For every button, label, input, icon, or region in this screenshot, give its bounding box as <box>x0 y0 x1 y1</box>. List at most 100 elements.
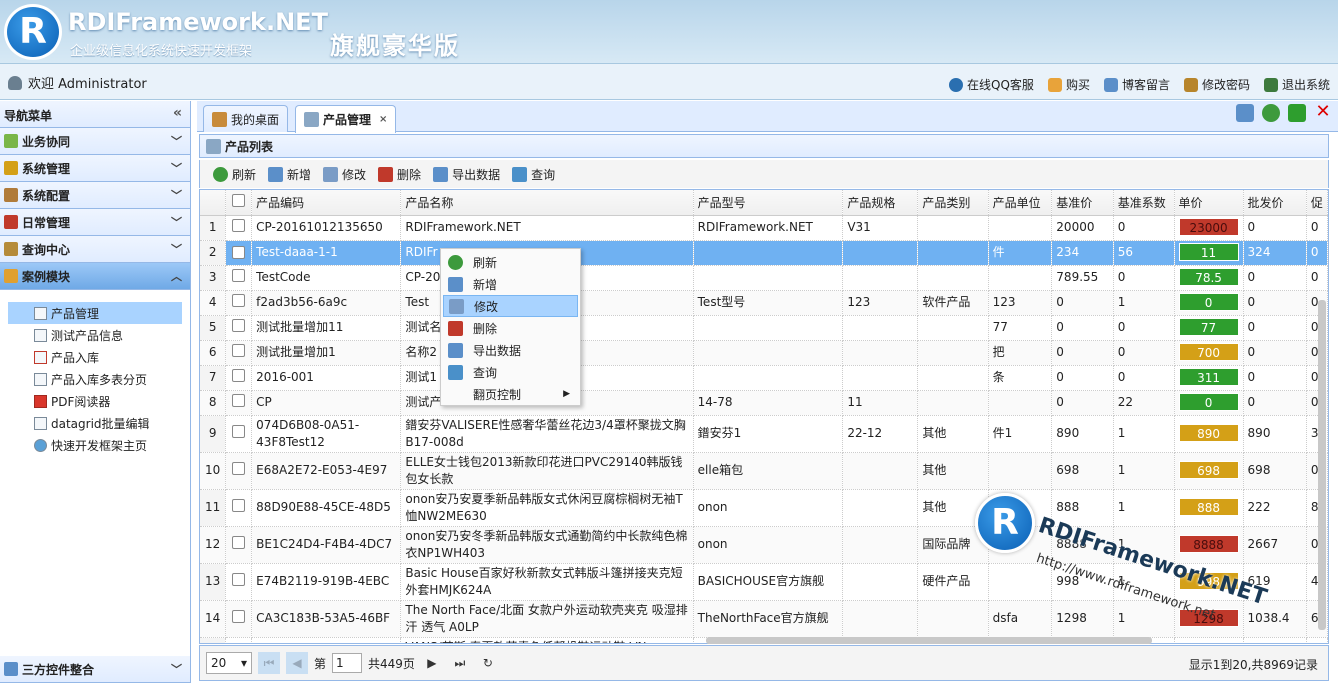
refresh-button[interactable]: 刷新 <box>208 163 261 186</box>
ctx-delete[interactable]: 删除 <box>443 317 578 339</box>
column-header[interactable]: 批发价 <box>1243 190 1307 216</box>
page-input[interactable]: 1 <box>332 653 363 673</box>
checkbox[interactable] <box>232 572 246 586</box>
accordion-system-admin[interactable]: 系统管理 ﹀ <box>0 155 190 182</box>
table-row[interactable]: 10 E68A2E72-E053-4E97 ELLE女士钱包2013新款印花进口PV… <box>200 452 1328 490</box>
delete-button[interactable]: 删除 <box>373 163 426 186</box>
checkbox[interactable] <box>232 393 246 407</box>
accordion-cases[interactable]: 案例模块 ︿ <box>0 263 190 290</box>
close-icon[interactable]: ✕ <box>1314 103 1332 122</box>
add-button[interactable]: 新增 <box>263 163 316 186</box>
column-header[interactable]: 基准价 <box>1051 190 1114 216</box>
cell-base: 234 <box>1051 240 1114 266</box>
table-row[interactable]: 6 测试批量增加1 名称2 把 0 0 700 0 0 <box>200 340 1328 366</box>
change-password-link[interactable]: 修改密码 <box>1183 76 1250 93</box>
checkbox[interactable] <box>232 318 246 332</box>
table-row[interactable]: 4 f2ad3b56-6a9c Test Test型号 123 软件产品 123 0 1 0 0 0 <box>200 290 1328 316</box>
home-icon[interactable] <box>1236 104 1254 122</box>
select-all-checkbox[interactable] <box>225 190 253 216</box>
table-row[interactable]: 8 CP 测试产 14-78 11 0 22 0 0 0 <box>200 390 1328 416</box>
checkbox[interactable] <box>232 293 246 307</box>
accordion-query[interactable]: 查询中心 ﹀ <box>0 236 190 263</box>
cell-coef: 0 <box>1113 315 1175 341</box>
table-row[interactable]: 3 TestCode CP-20 789.55 0 78.5 0 0 <box>200 265 1328 291</box>
tab-my-desktop[interactable]: 我的桌面 <box>203 105 289 132</box>
ctx-export[interactable]: 导出数据 <box>443 339 578 361</box>
table-row[interactable]: 1 CP-20161012135650 RDIFramework.NET RDIFra… <box>200 215 1328 241</box>
column-header[interactable]: 产品规格 <box>842 190 919 216</box>
ctx-paging[interactable]: 翻页控制 ▶ <box>443 383 578 405</box>
accordion-daily[interactable]: 日常管理 ﹀ <box>0 209 190 236</box>
column-header[interactable]: 基准系数 <box>1113 190 1175 216</box>
column-header[interactable]: 产品编码 <box>251 190 402 216</box>
query-button[interactable]: 查询 <box>507 163 560 186</box>
checkbox[interactable] <box>232 498 246 512</box>
table-row[interactable]: 2 ✔ Test-daaa-1-1 RDIFr 件 234 56 11 324 0 <box>200 240 1328 266</box>
edit-label: 修改 <box>342 167 367 182</box>
checkbox[interactable] <box>232 424 246 438</box>
logout-link[interactable]: 退出系统 <box>1263 76 1330 93</box>
prev-page-button[interactable]: ◀ <box>286 652 308 674</box>
checkbox[interactable] <box>232 535 246 549</box>
tree-item-multi-table[interactable]: 产品入库多表分页 <box>8 368 182 390</box>
ctx-label: 删除 <box>473 321 498 336</box>
column-header[interactable]: 产品名称 <box>400 190 694 216</box>
qq-support-link[interactable]: 在线QQ客服 <box>949 76 1034 93</box>
page-size-select[interactable]: 20 ▾ <box>206 652 252 674</box>
cell-price: 888 <box>1174 489 1244 527</box>
collapse-sidebar-icon[interactable]: « <box>173 105 182 121</box>
column-header[interactable]: 产品类别 <box>917 190 989 216</box>
ctx-add[interactable]: 新增 <box>443 273 578 295</box>
reload-button[interactable]: ↻ <box>477 652 499 674</box>
table-row[interactable]: 5 测试批量增加11 测试名 77 0 0 77 0 0 <box>200 315 1328 341</box>
checkbox[interactable] <box>232 343 246 357</box>
table-row[interactable]: 14 CA3C183B-53A5-46BF The North Face/北面 女款… <box>200 600 1328 638</box>
ctx-edit[interactable]: 修改 <box>443 295 578 317</box>
tree-item-test-product[interactable]: 测试产品信息 <box>8 324 182 346</box>
tree-label: 快速开发框架主页 <box>51 438 148 453</box>
tree-item-product-mgmt[interactable]: 产品管理 <box>8 302 182 324</box>
accordion-business[interactable]: 业务协同 ﹀ <box>0 128 190 155</box>
column-header[interactable]: 产品单位 <box>988 190 1053 216</box>
checkbox[interactable] <box>232 268 246 282</box>
ctx-query[interactable]: 查询 <box>443 361 578 383</box>
checkbox[interactable] <box>232 609 246 623</box>
blog-message-link[interactable]: 博客留言 <box>1103 76 1170 93</box>
ctx-refresh[interactable]: 刷新 <box>443 251 578 273</box>
cell-price: 311 <box>1174 365 1244 391</box>
tab-product-mgmt[interactable]: 产品管理 × <box>295 105 397 133</box>
horizontal-scrollbar[interactable] <box>706 637 1152 644</box>
accordion-third-party[interactable]: 三方控件整合 ﹀ <box>0 656 190 683</box>
tree-item-home[interactable]: 快速开发框架主页 <box>8 434 182 456</box>
accordion-system-config[interactable]: 系统配置 ﹀ <box>0 182 190 209</box>
column-header[interactable]: 产品型号 <box>693 190 844 216</box>
tree-item-product-in[interactable]: 产品入库 <box>8 346 182 368</box>
tree-item-pdf-reader[interactable]: PDF阅读器 <box>8 390 182 412</box>
checkbox[interactable] <box>232 461 246 475</box>
buy-link[interactable]: 购买 <box>1047 76 1090 93</box>
next-page-button[interactable]: ▶ <box>421 652 443 674</box>
column-header[interactable]: 促 <box>1306 190 1328 216</box>
checkbox[interactable]: ✔ <box>232 246 246 259</box>
refresh-icon[interactable] <box>1262 104 1280 122</box>
table-row[interactable]: 9 074D6B08-0A51-43F8Test12 鐠安芬VALISERE性感奢华… <box>200 415 1328 453</box>
ctx-label: 修改 <box>474 299 499 314</box>
row-number: 10 <box>200 452 227 490</box>
checkbox[interactable] <box>232 218 246 232</box>
table-row[interactable]: 7 2016-001 测试1 条 0 0 311 0 0 <box>200 365 1328 391</box>
edit-button[interactable]: 修改 <box>318 163 371 186</box>
checkbox[interactable] <box>232 194 246 208</box>
table-row[interactable]: 11 88D90E88-45CE-48D5 onon安乃安夏季新品韩版女式休闲豆腐棕… <box>200 489 1328 527</box>
first-page-button[interactable]: ⏮ <box>258 652 280 674</box>
vertical-scrollbar[interactable] <box>1318 300 1326 630</box>
tree-item-datagrid-edit[interactable]: datagrid批量编辑 <box>8 412 182 434</box>
checkbox[interactable] <box>232 368 246 382</box>
column-header[interactable]: 单价 <box>1174 190 1244 216</box>
table-row[interactable]: 13 E74B2119-919B-4EBC Basic House百家好秋新款女式韩… <box>200 563 1328 601</box>
close-tab-icon[interactable]: × <box>379 114 387 125</box>
table-row[interactable]: 12 BE1C24D4-F4B4-4DC7 onon安乃安冬季新品韩版女式通勤简约中… <box>200 526 1328 564</box>
last-page-button[interactable]: ⏭ <box>449 652 471 674</box>
export-button[interactable]: 导出数据 <box>428 163 505 186</box>
fullscreen-icon[interactable] <box>1288 104 1306 122</box>
row-number: 11 <box>200 489 227 527</box>
